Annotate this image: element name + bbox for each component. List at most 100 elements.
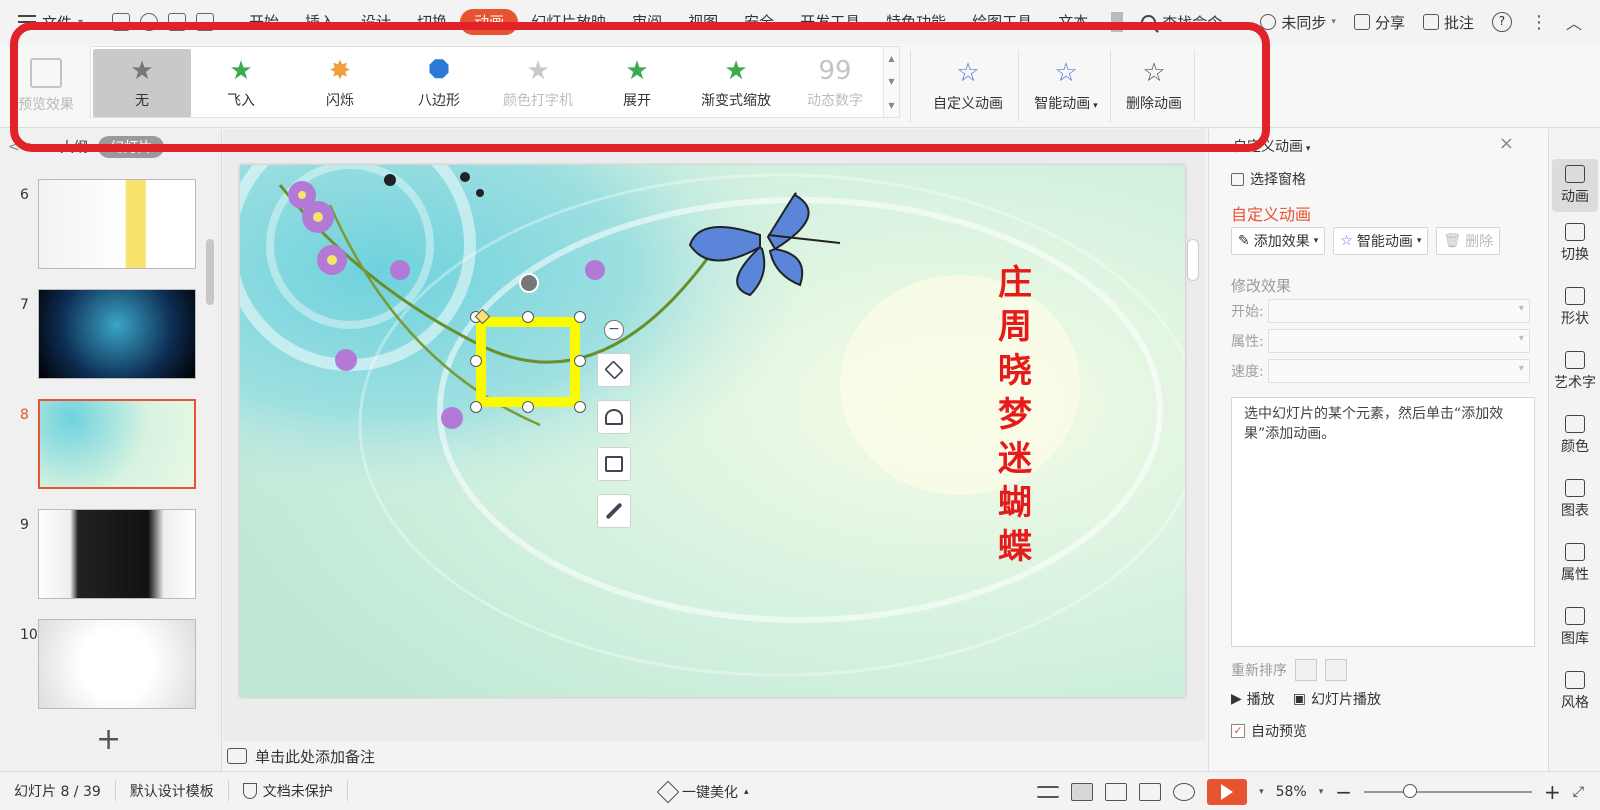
right-toolbar-item[interactable]: 图库 [1549, 607, 1600, 648]
animation-gallery-item[interactable]: ⯃ 八边形 [390, 49, 488, 117]
selection-pane-link[interactable]: 选择窗格 [1231, 169, 1306, 189]
rotate-handle-icon[interactable] [519, 273, 539, 293]
slide-thumbnail-row[interactable]: 7 [0, 289, 210, 385]
gallery-scrollbar[interactable]: ▲ ▼ ▼ [883, 47, 899, 117]
resize-handle[interactable] [574, 355, 586, 367]
tab-5[interactable]: 幻灯片放映 [518, 9, 619, 35]
zoom-slider-knob[interactable] [1403, 784, 1418, 798]
format-painter-button[interactable] [597, 494, 631, 528]
tab-7[interactable]: 视图 [675, 9, 731, 35]
current-slide[interactable]: 庄周晓梦迷蝴蝶 − [240, 165, 1185, 697]
tab-9[interactable]: 开发工具 [787, 9, 873, 35]
tab-1[interactable]: 插入 [292, 9, 348, 35]
sync-button[interactable]: 未同步 ▾ [1260, 12, 1336, 33]
animation-gallery-item[interactable]: ★ 展开 [588, 49, 686, 117]
preview-effect-button[interactable]: 预览效果 [10, 44, 82, 128]
more-icon[interactable]: ⋮ [1530, 12, 1548, 33]
add-effect-button[interactable]: ✎ 添加效果 ▾ [1231, 227, 1326, 255]
add-slide-button[interactable]: + [96, 725, 121, 755]
gallery-scroll-down-icon[interactable]: ▼ [888, 77, 894, 86]
auto-preview-option[interactable]: ✓ 自动预览 [1231, 721, 1307, 741]
tab-12[interactable]: 文本 [1045, 9, 1101, 35]
slide-thumbnail[interactable] [38, 289, 196, 379]
speed-select[interactable] [1267, 359, 1530, 383]
animation-gallery-item[interactable]: ★ 渐变式缩放 [687, 49, 785, 117]
resize-handle[interactable] [574, 311, 586, 323]
fit-window-icon[interactable]: ⤢ [1573, 784, 1584, 800]
tabs-scroll-indicator[interactable] [1111, 12, 1124, 32]
tab-3[interactable]: 切换 [404, 9, 460, 35]
start-select[interactable] [1267, 299, 1530, 323]
right-toolbar-item[interactable]: 艺术字 [1549, 351, 1600, 392]
share-button[interactable]: 分享 [1353, 12, 1405, 33]
animation-gallery-item[interactable]: ★ 飞入 [192, 49, 290, 117]
presenter-view-icon[interactable] [1173, 783, 1196, 801]
tab-slides[interactable]: 幻灯片 [98, 136, 164, 158]
collapse-toolbar-icon[interactable]: − [604, 320, 624, 340]
annotate-button[interactable]: 批注 [1422, 12, 1474, 33]
slide-thumbnail[interactable] [38, 619, 196, 709]
slide-thumbnail[interactable] [38, 179, 196, 269]
tab-11[interactable]: 绘图工具 [959, 9, 1045, 35]
right-toolbar-item[interactable]: 形状 [1549, 287, 1600, 328]
slide-thumbnail-row[interactable]: 10 [0, 619, 210, 715]
fill-button[interactable] [597, 400, 631, 434]
command-search[interactable]: 查找命令 [1141, 12, 1222, 33]
resize-handle[interactable] [574, 401, 586, 413]
layers-button[interactable] [597, 353, 631, 387]
slides-pane-scrollbar[interactable] [206, 239, 214, 305]
animation-list-box[interactable]: 选中幻灯片的某个元素，然后单击“添加效果”添加动画。 [1231, 397, 1535, 647]
collapse-ribbon-icon[interactable]: ︿ [1566, 10, 1582, 34]
delete-animation-button[interactable]: ☆ 删除动画 [1116, 44, 1192, 128]
resize-handle[interactable] [470, 355, 482, 367]
slideshow-button[interactable]: ▣ 幻灯片播放 [1293, 689, 1381, 709]
design-template[interactable]: 默认设计模板 [116, 781, 229, 801]
tab-outline[interactable]: 大纲 [60, 137, 88, 157]
slide-thumbnail[interactable] [38, 509, 196, 599]
right-toolbar-item[interactable]: 属性 [1549, 543, 1600, 584]
zoom-level[interactable]: 58% [1276, 784, 1307, 800]
canvas-scrollbar[interactable] [1185, 129, 1199, 741]
smart-animation-button[interactable]: ☆ 智能动画 ▾ [1333, 227, 1429, 255]
chevron-down-icon[interactable]: ▾ [1259, 787, 1264, 797]
undo-icon[interactable] [140, 13, 158, 31]
tab-8[interactable]: 安全 [731, 9, 787, 35]
delete-button[interactable]: 🗑 删除 [1436, 227, 1501, 255]
canvas-scroll-thumb[interactable] [1187, 239, 1199, 281]
reading-view-icon[interactable] [1139, 783, 1162, 801]
close-icon[interactable]: × [1499, 133, 1514, 154]
play-button[interactable]: ▶ 播放 [1231, 689, 1275, 709]
collapse-pane-icon[interactable]: << [8, 139, 50, 155]
print-icon[interactable] [168, 13, 186, 31]
right-toolbar-item[interactable]: 风格 [1549, 671, 1600, 712]
right-toolbar-item[interactable]: 颜色 [1549, 415, 1600, 456]
animation-gallery-item[interactable]: ★ 无 [93, 49, 191, 117]
resize-handle[interactable] [522, 311, 534, 323]
notes-bar[interactable]: 单击此处添加备注 [223, 741, 1205, 771]
slide-sorter-icon[interactable] [1105, 783, 1128, 801]
animation-gallery-item[interactable]: ★ 颜色打字机 [489, 49, 587, 117]
play-slideshow-button[interactable] [1207, 779, 1248, 805]
zoom-slider[interactable] [1364, 784, 1533, 798]
help-icon[interactable]: ? [1491, 12, 1512, 32]
selected-shape[interactable] [476, 317, 580, 407]
slide-thumbnail[interactable] [38, 399, 196, 489]
property-select[interactable] [1267, 329, 1530, 353]
slide-vertical-title[interactable]: 庄周晓梦迷蝴蝶 [995, 263, 1035, 567]
gallery-scroll-up-icon[interactable]: ▲ [888, 54, 894, 63]
one-click-beautify-button[interactable]: 一键美化 ▴ [656, 780, 749, 804]
right-toolbar-item[interactable]: 图表 [1549, 479, 1600, 520]
animation-gallery-item[interactable]: 99 动态数字 [786, 49, 884, 117]
animation-gallery-item[interactable]: ✸ 闪烁 [291, 49, 389, 117]
custom-animation-button[interactable]: ☆ 自定义动画 [920, 44, 1016, 128]
tab-2[interactable]: 设计 [348, 9, 404, 35]
move-down-button[interactable] [1325, 659, 1347, 681]
outline-button[interactable] [597, 447, 631, 481]
save-icon[interactable] [112, 13, 130, 31]
task-pane-title[interactable]: 自定义动画 ▾ [1233, 136, 1310, 156]
slide-thumbnail-row[interactable]: 6 [0, 179, 210, 275]
normal-view-icon[interactable] [1071, 783, 1094, 801]
zoom-in-icon[interactable]: + [1544, 780, 1561, 804]
print-preview-icon[interactable] [196, 13, 214, 31]
slide-thumbnail-row[interactable]: 8 [0, 399, 210, 495]
